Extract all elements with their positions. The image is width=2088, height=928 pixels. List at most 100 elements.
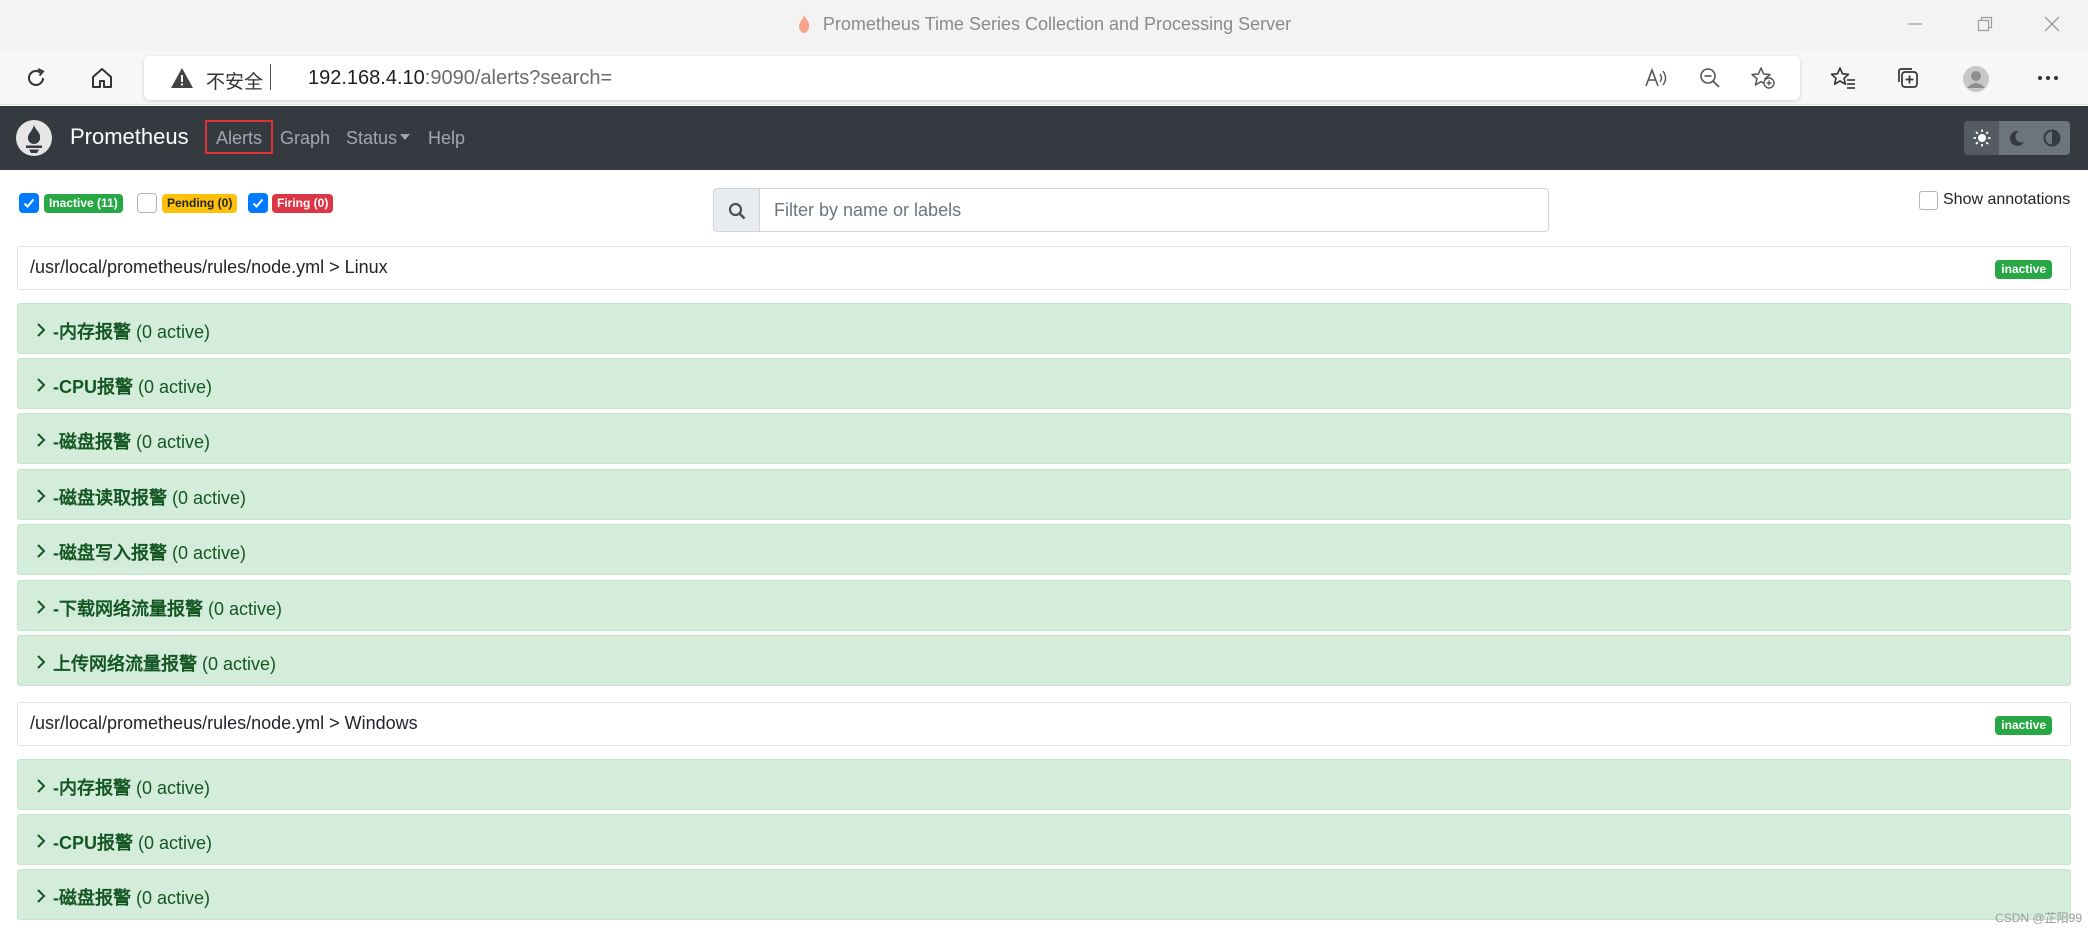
rule-active-count: (0 active) bbox=[138, 833, 213, 853]
prometheus-flame-icon bbox=[798, 15, 810, 33]
alert-rule-name: -内存报警 (0 active) bbox=[53, 318, 210, 344]
rule-active-count: (0 active) bbox=[172, 543, 247, 563]
refresh-button[interactable] bbox=[18, 61, 54, 95]
inactive-filter-badge[interactable]: Inactive (11) bbox=[44, 194, 123, 213]
refresh-icon bbox=[28, 68, 45, 86]
alert-rule-row[interactable]: -磁盘写入报警 (0 active) bbox=[17, 524, 2071, 575]
rule-title: -内存报警 bbox=[53, 322, 131, 342]
rule-title: -内存报警 bbox=[53, 778, 131, 798]
chevron-right-icon bbox=[37, 433, 46, 447]
rule-active-count: (0 active) bbox=[202, 654, 277, 674]
window-title: Prometheus Time Series Collection and Pr… bbox=[0, 14, 2088, 35]
chevron-right-icon bbox=[37, 489, 46, 503]
show-annotations-checkbox[interactable] bbox=[1919, 191, 1938, 210]
favorites-button[interactable] bbox=[1824, 61, 1860, 95]
nav-graph-link[interactable]: Graph bbox=[280, 128, 330, 149]
alert-rule-name: -磁盘报警 (0 active) bbox=[53, 884, 210, 910]
more-icon bbox=[2038, 76, 2058, 80]
check-icon bbox=[252, 198, 264, 208]
window-title-text: Prometheus Time Series Collection and Pr… bbox=[822, 14, 1292, 34]
status-badge: inactive bbox=[1995, 716, 2052, 735]
chevron-right-icon bbox=[37, 834, 46, 848]
read-aloud-button[interactable] bbox=[1641, 64, 1671, 92]
dark-theme-button[interactable] bbox=[1999, 121, 2034, 155]
zoom-out-button[interactable] bbox=[1695, 64, 1725, 92]
more-menu-button[interactable] bbox=[2030, 61, 2066, 95]
nav-help-link[interactable]: Help bbox=[428, 128, 465, 149]
warning-icon bbox=[171, 68, 193, 88]
pending-filter-checkbox[interactable] bbox=[137, 193, 157, 213]
alert-rule-row[interactable]: -内存报警 (0 active) bbox=[17, 759, 2071, 810]
firing-filter-checkbox[interactable] bbox=[248, 193, 268, 213]
search-input[interactable]: Filter by name or labels bbox=[759, 188, 1549, 232]
rule-title: -磁盘报警 bbox=[53, 888, 131, 908]
rule-active-count: (0 active) bbox=[172, 488, 247, 508]
restore-icon bbox=[1977, 16, 1993, 32]
status-badge: inactive bbox=[1995, 260, 2052, 279]
address-separator bbox=[270, 64, 271, 90]
alert-rule-row[interactable]: -磁盘报警 (0 active) bbox=[17, 413, 2071, 464]
alert-rule-row[interactable]: -内存报警 (0 active) bbox=[17, 303, 2071, 354]
alert-rule-row[interactable]: -下载网络流量报警 (0 active) bbox=[17, 580, 2071, 631]
alert-rule-row[interactable]: -CPU报警 (0 active) bbox=[17, 358, 2071, 409]
close-window-button[interactable] bbox=[2032, 8, 2072, 40]
rule-active-count: (0 active) bbox=[208, 599, 283, 619]
chevron-right-icon bbox=[37, 779, 46, 793]
check-icon bbox=[23, 198, 35, 208]
chevron-right-icon bbox=[37, 544, 46, 558]
profile-button[interactable] bbox=[1957, 61, 1993, 95]
search-icon bbox=[728, 202, 746, 220]
prometheus-logo-icon[interactable] bbox=[16, 120, 52, 156]
home-icon bbox=[92, 68, 112, 88]
auto-theme-button[interactable] bbox=[2034, 121, 2069, 155]
address-bar[interactable]: 不安全 192.168.4.10:9090/alerts?search= bbox=[144, 56, 1800, 100]
rule-title: -下载网络流量报警 bbox=[53, 599, 203, 619]
chevron-right-icon bbox=[37, 889, 46, 903]
alert-rule-name: -CPU报警 (0 active) bbox=[53, 373, 212, 399]
nav-status-dropdown[interactable]: Status bbox=[346, 128, 411, 149]
alert-rule-row[interactable]: -CPU报警 (0 active) bbox=[17, 814, 2071, 865]
rule-title: -磁盘写入报警 bbox=[53, 543, 167, 563]
sun-icon bbox=[1973, 129, 1991, 147]
alert-rule-name: -内存报警 (0 active) bbox=[53, 774, 210, 800]
collections-button[interactable] bbox=[1890, 61, 1926, 95]
pending-filter-badge[interactable]: Pending (0) bbox=[162, 194, 238, 213]
collections-icon bbox=[1898, 68, 1918, 88]
browser-title-bar: Prometheus Time Series Collection and Pr… bbox=[0, 0, 2088, 51]
url-text[interactable]: 192.168.4.10:9090/alerts?search= bbox=[308, 67, 612, 90]
search-prefix bbox=[713, 188, 760, 232]
rule-active-count: (0 active) bbox=[136, 322, 211, 342]
alert-rule-name: -磁盘写入报警 (0 active) bbox=[53, 539, 246, 565]
minimize-button[interactable] bbox=[1895, 8, 1935, 40]
rule-title: -磁盘报警 bbox=[53, 432, 131, 452]
url-host: 192.168.4.10 bbox=[308, 67, 425, 89]
rule-active-count: (0 active) bbox=[136, 432, 211, 452]
chevron-right-icon bbox=[37, 600, 46, 614]
url-path: :9090/alerts?search= bbox=[424, 67, 613, 89]
rule-group-path: /usr/local/prometheus/rules/node.yml > W… bbox=[30, 713, 418, 733]
alert-rule-row[interactable]: -磁盘读取报警 (0 active) bbox=[17, 469, 2071, 520]
alert-rule-name: -磁盘读取报警 (0 active) bbox=[53, 484, 246, 510]
zoom-out-icon bbox=[1700, 68, 1720, 88]
read-aloud-icon bbox=[1645, 67, 1667, 87]
alert-rule-name: -下载网络流量报警 (0 active) bbox=[53, 595, 282, 621]
alert-rule-row[interactable]: 上传网络流量报警 (0 active) bbox=[17, 635, 2071, 686]
browser-toolbar: 不安全 192.168.4.10:9090/alerts?search= bbox=[0, 51, 2088, 105]
rule-title: -CPU报警 bbox=[53, 377, 133, 397]
alert-rule-name: 上传网络流量报警 (0 active) bbox=[53, 650, 276, 676]
close-icon bbox=[2044, 16, 2060, 32]
restore-button[interactable] bbox=[1965, 8, 2005, 40]
home-button[interactable] bbox=[84, 61, 120, 95]
light-theme-button[interactable] bbox=[1964, 121, 1999, 155]
caret-down-icon bbox=[400, 134, 411, 140]
rule-group-header: /usr/local/prometheus/rules/node.yml > L… bbox=[17, 246, 2071, 290]
alert-rule-name: -CPU报警 (0 active) bbox=[53, 829, 212, 855]
inactive-filter-checkbox[interactable] bbox=[19, 193, 39, 213]
not-secure-label[interactable]: 不安全 bbox=[206, 67, 263, 94]
nav-alerts-link[interactable]: Alerts bbox=[205, 120, 273, 154]
brand-title[interactable]: Prometheus bbox=[70, 124, 189, 150]
add-favorite-button[interactable] bbox=[1747, 64, 1777, 92]
alert-rule-row[interactable]: -磁盘报警 (0 active) bbox=[17, 869, 2071, 920]
firing-filter-badge[interactable]: Firing (0) bbox=[272, 194, 334, 213]
rule-active-count: (0 active) bbox=[138, 377, 213, 397]
